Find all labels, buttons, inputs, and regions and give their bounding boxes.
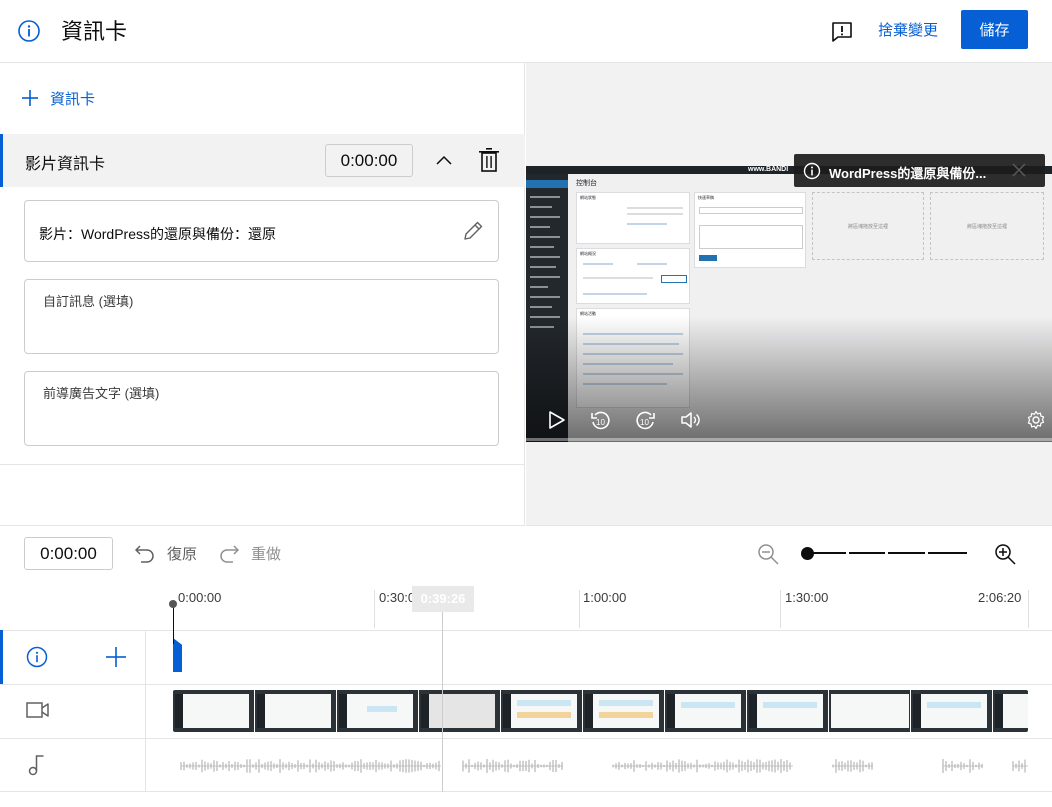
wp-widget: 網站概況: [576, 248, 690, 304]
undo-icon: [135, 544, 154, 563]
volume-icon[interactable]: [680, 410, 702, 430]
info-cards-track: [0, 630, 1052, 684]
info-card-title: WordPress的還原與備份...: [829, 166, 987, 181]
info-icon: [803, 162, 821, 180]
discard-changes-button[interactable]: 捨棄變更: [878, 19, 938, 40]
ruler-label: 0:00:00: [178, 590, 222, 605]
video-thumbnail: [665, 690, 746, 732]
hover-cursor-line: [442, 612, 443, 792]
card-editor-panel: 資訊卡 影片資訊卡 0:00:00 影片：WordPress的還原與備份：還原 …: [0, 63, 525, 526]
info-icon: [18, 20, 40, 42]
play-icon[interactable]: [548, 410, 566, 430]
forward-10-icon[interactable]: 10: [634, 410, 656, 432]
playhead-handle[interactable]: [169, 600, 177, 608]
video-thumbnail: [747, 690, 828, 732]
wp-dropzone: 將區塊拖放至這裡: [930, 192, 1044, 260]
player-progress-bar[interactable]: [526, 438, 1052, 441]
info-card-teaser[interactable]: WordPress的還原與備份...: [794, 154, 1045, 187]
page-title: 資訊卡: [61, 19, 128, 44]
teaser-text-field[interactable]: 前導廣告文字 (選填): [24, 371, 499, 446]
rewind-10-icon[interactable]: 10: [590, 410, 612, 432]
recorder-watermark: www.BANDI: [748, 166, 789, 173]
header: 資訊卡 捨棄變更 儲存: [0, 0, 1052, 63]
card-title: 影片資訊卡: [25, 156, 106, 173]
plus-icon: [22, 90, 38, 106]
ruler-tick: [579, 590, 580, 628]
redo-label: 重做: [251, 546, 282, 563]
video-thumbnail: [911, 690, 992, 732]
video-thumbnails-strip: [173, 690, 1028, 732]
zoom-in-icon[interactable]: [994, 543, 1016, 565]
video-thumbnail: [419, 690, 500, 732]
video-preview-panel: www.BANDI 控制台 網站狀態 快速草稿 將區塊拖放至這裡 將區塊拖放至這…: [526, 63, 1052, 526]
redo-icon: [220, 544, 239, 563]
hover-time-tooltip: 0:39:26: [412, 586, 474, 612]
info-icon: [26, 646, 48, 668]
video-thumbnail: [501, 690, 582, 732]
zoom-slider-handle[interactable]: [801, 547, 814, 560]
add-card-button[interactable]: 資訊卡: [22, 88, 95, 108]
audio-waveform: [180, 759, 1028, 773]
custom-message-field[interactable]: 自訂訊息 (選填): [24, 279, 499, 354]
ruler-tick: [780, 590, 781, 628]
video-thumbnail: [173, 690, 254, 732]
ruler-tick: [1028, 590, 1029, 628]
video-camera-icon: [26, 702, 49, 718]
add-card-label: 資訊卡: [50, 90, 96, 108]
active-track-indicator: [0, 630, 3, 684]
ruler-label: 2:06:20: [978, 590, 1022, 605]
timeline-time-input[interactable]: 0:00:00: [24, 537, 113, 570]
zoom-step: [846, 551, 849, 554]
ruler-label: 1:30:00: [785, 590, 829, 605]
save-button[interactable]: 儲存: [961, 10, 1028, 49]
wp-widget: 快速草稿: [694, 192, 806, 268]
svg-text:10: 10: [596, 418, 605, 427]
teaser-text-label: 前導廣告文字 (選填): [43, 386, 160, 401]
wp-heading: 控制台: [576, 180, 597, 187]
ruler-tick: [374, 590, 375, 628]
card-header[interactable]: 影片資訊卡 0:00:00: [0, 134, 525, 187]
track-header-divider: [145, 630, 146, 792]
selected-video-label: 影片：WordPress的還原與備份：還原: [39, 226, 276, 242]
wp-dropzone: 將區塊拖放至這裡: [812, 192, 924, 260]
pencil-icon[interactable]: [461, 219, 485, 243]
zoom-step: [885, 551, 888, 554]
card-start-time-input[interactable]: 0:00:00: [325, 144, 413, 177]
undo-button[interactable]: 復原: [135, 543, 197, 564]
ruler-label: 1:00:00: [583, 590, 627, 605]
video-thumbnail: [337, 690, 418, 732]
music-note-icon: [28, 755, 44, 776]
add-card-plus-icon[interactable]: [106, 647, 126, 667]
delete-icon[interactable]: [479, 148, 499, 172]
feedback-icon[interactable]: [830, 20, 854, 44]
video-thumbnail: [255, 690, 336, 732]
close-icon[interactable]: [1012, 163, 1026, 177]
chevron-up-icon[interactable]: [435, 151, 453, 169]
custom-message-label: 自訂訊息 (選填): [43, 294, 134, 309]
svg-text:10: 10: [640, 418, 649, 427]
zoom-step: [925, 551, 928, 554]
wp-widget: 網站狀態: [576, 192, 690, 244]
video-thumbnail: [583, 690, 664, 732]
settings-gear-icon[interactable]: [1026, 410, 1046, 430]
video-selector-field[interactable]: 影片：WordPress的還原與備份：還原: [24, 200, 499, 262]
divider: [0, 464, 525, 465]
video-player[interactable]: www.BANDI 控制台 網站狀態 快速草稿 將區塊拖放至這裡 將區塊拖放至這…: [526, 166, 1052, 442]
video-thumbnail: [993, 690, 1028, 732]
zoom-out-icon[interactable]: [757, 543, 779, 565]
redo-button[interactable]: 重做: [219, 543, 281, 564]
undo-label: 復原: [167, 546, 198, 563]
video-thumbnail: [829, 690, 910, 732]
playhead[interactable]: [173, 604, 174, 644]
